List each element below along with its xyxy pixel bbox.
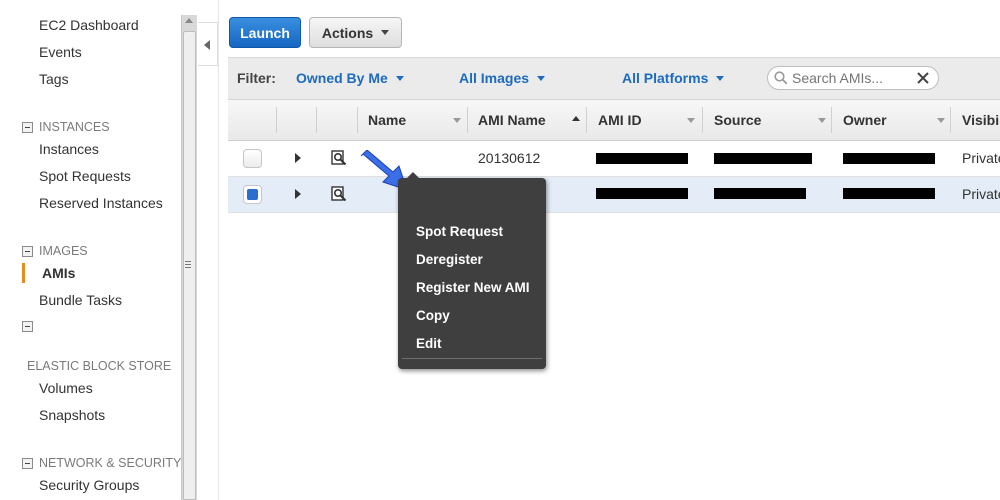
redacted-ami-id	[596, 188, 688, 199]
filter-owner-dropdown[interactable]: Owned By Me	[296, 70, 404, 86]
collapse-instances-icon[interactable]	[22, 122, 33, 133]
launch-button[interactable]: Launch	[229, 17, 301, 48]
sidebar-item-ec2-dashboard[interactable]: EC2 Dashboard	[39, 17, 139, 33]
filter-label: Filter:	[237, 70, 276, 86]
column-separator	[467, 107, 468, 133]
cell-visibility: Private	[962, 150, 1000, 166]
filter-platforms-dropdown[interactable]: All Platforms	[622, 70, 725, 86]
menu-item-copy[interactable]: Copy	[416, 308, 450, 323]
collapse-sidebar-button[interactable]	[198, 22, 218, 66]
column-separator	[950, 107, 951, 133]
column-separator	[357, 107, 358, 133]
column-header-ami-name[interactable]: AMI Name	[478, 112, 546, 128]
close-icon[interactable]	[916, 71, 930, 85]
section-elastic-block-store: ELASTIC BLOCK STORE	[27, 359, 172, 373]
column-header-name[interactable]: Name	[368, 112, 406, 128]
chevron-down-icon	[381, 30, 390, 35]
column-separator	[831, 107, 832, 133]
sidebar: EC2 Dashboard Events Tags INSTANCES Inst…	[0, 0, 182, 500]
column-separator	[702, 107, 703, 133]
filter-images-label: All Images	[459, 70, 530, 86]
sort-icon[interactable]	[687, 118, 695, 123]
redacted-owner	[843, 188, 935, 199]
section-images: IMAGES	[39, 244, 88, 258]
active-indicator	[22, 263, 25, 283]
sidebar-item-instances[interactable]: Instances	[39, 141, 99, 157]
cell-visibility: Private	[962, 186, 1000, 202]
sort-ascending-icon[interactable]	[572, 116, 580, 121]
chevron-down-icon	[537, 76, 546, 81]
cell-ami-name: 20130612	[478, 150, 541, 166]
actions-button[interactable]: Actions	[309, 17, 402, 48]
menu-item-deregister[interactable]: Deregister	[416, 252, 483, 267]
collapse-network-icon[interactable]	[22, 458, 33, 469]
menu-item-spot-request[interactable]: Spot Request	[416, 224, 503, 239]
chevron-down-icon	[716, 76, 725, 81]
redacted-ami-id	[596, 153, 688, 164]
redacted-owner	[843, 153, 935, 164]
sidebar-item-snapshots[interactable]: Snapshots	[39, 407, 105, 423]
actions-button-label: Actions	[321, 24, 374, 41]
sidebar-item-events[interactable]: Events	[39, 44, 82, 60]
menu-item-launch-label: Launch	[5, 1, 54, 16]
section-instances: INSTANCES	[39, 120, 110, 134]
menu-divider	[402, 358, 542, 359]
menu-item-edit[interactable]: Edit	[416, 336, 442, 351]
search-input[interactable]	[792, 69, 912, 87]
filter-platforms-label: All Platforms	[622, 70, 709, 86]
menu-item-register-new-ami[interactable]: Register New AMI	[416, 280, 530, 295]
section-network-security: NETWORK & SECURITY	[39, 456, 182, 470]
sort-icon[interactable]	[937, 118, 945, 123]
column-header-source[interactable]: Source	[714, 112, 761, 128]
sidebar-item-reserved-instances[interactable]: Reserved Instances	[39, 195, 163, 211]
collapse-ebs-icon[interactable]	[22, 321, 33, 332]
expand-row-icon[interactable]	[295, 153, 301, 163]
sidebar-item-bundle-tasks[interactable]: Bundle Tasks	[39, 292, 122, 308]
sidebar-item-security-groups[interactable]: Security Groups	[39, 477, 139, 493]
sidebar-item-spot-requests[interactable]: Spot Requests	[39, 168, 131, 184]
column-header-ami-id[interactable]: AMI ID	[598, 112, 642, 128]
column-header-owner[interactable]: Owner	[843, 112, 887, 128]
row-checkbox[interactable]	[243, 185, 262, 204]
divider	[218, 0, 219, 500]
search-icon	[774, 71, 788, 85]
sidebar-scrollbar[interactable]	[181, 15, 197, 500]
magnify-document-icon[interactable]	[331, 186, 347, 202]
magnify-document-icon[interactable]	[331, 150, 347, 166]
scroll-up-icon[interactable]	[185, 18, 193, 23]
column-separator	[276, 107, 277, 133]
expand-row-icon[interactable]	[295, 189, 301, 199]
filter-images-dropdown[interactable]: All Images	[459, 70, 546, 86]
chevron-down-icon	[395, 76, 404, 81]
grip-icon	[185, 261, 191, 270]
sort-icon[interactable]	[453, 118, 461, 123]
launch-button-label: Launch	[240, 24, 290, 41]
filter-owner-label: Owned By Me	[296, 70, 388, 86]
redacted-source	[714, 188, 806, 199]
chevron-left-icon	[204, 40, 210, 50]
sidebar-item-volumes[interactable]: Volumes	[39, 380, 93, 396]
collapse-images-icon[interactable]	[22, 246, 33, 257]
sidebar-item-amis[interactable]: AMIs	[42, 265, 75, 281]
sort-icon[interactable]	[818, 118, 826, 123]
column-header-visibility[interactable]: Visibi	[962, 112, 999, 128]
column-separator	[586, 107, 587, 133]
column-separator	[316, 107, 317, 133]
sidebar-item-tags[interactable]: Tags	[39, 71, 69, 87]
menu-notch	[406, 172, 420, 179]
redacted-source	[714, 153, 812, 164]
context-menu: Spot Request Deregister Register New AMI…	[398, 172, 546, 369]
search-box[interactable]	[767, 66, 939, 90]
row-checkbox[interactable]	[243, 149, 262, 168]
